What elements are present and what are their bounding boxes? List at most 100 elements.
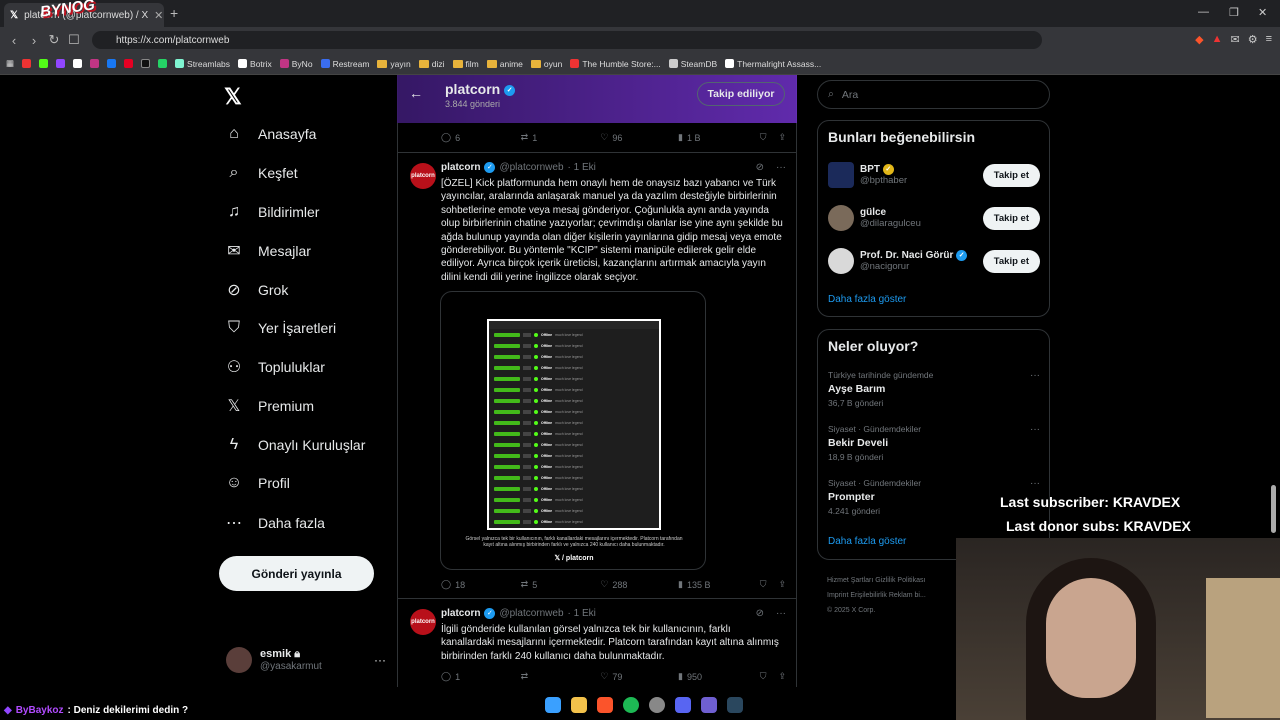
x-bookmark-icon[interactable] bbox=[73, 59, 83, 68]
whatsapp-icon[interactable] bbox=[158, 59, 168, 68]
discord-icon[interactable] bbox=[675, 697, 691, 713]
tweet-avatar[interactable]: platcorn bbox=[410, 609, 436, 635]
suggested-account[interactable]: gülce @dilaragulceu Takip et bbox=[828, 202, 1040, 234]
bookmark-tweet-icon[interactable]: ⛉ bbox=[760, 579, 767, 590]
tweet-more-icon[interactable]: ··· bbox=[776, 162, 786, 173]
close-tab-icon[interactable]: ✕ bbox=[154, 9, 163, 22]
back-icon[interactable]: ‹ bbox=[4, 33, 24, 48]
new-tab-icon[interactable]: + bbox=[170, 5, 178, 21]
tiktok-icon[interactable] bbox=[141, 59, 151, 68]
obs-icon[interactable] bbox=[649, 697, 665, 713]
bookmark-botrix[interactable]: Botrix bbox=[238, 59, 272, 69]
tweet-more-icon[interactable]: ··· bbox=[776, 608, 786, 619]
brave-shield-icon[interactable]: ◆ bbox=[1195, 33, 1203, 46]
grok-tweet-icon[interactable]: ⊘ bbox=[756, 608, 764, 619]
youtube-icon[interactable] bbox=[22, 59, 32, 68]
bookmark-tweet-icon[interactable]: ⛉ bbox=[760, 132, 767, 143]
app-icon[interactable] bbox=[701, 697, 717, 713]
footer-line[interactable]: Imprint Erişilebilirlik Reklam bi... bbox=[827, 588, 967, 603]
account-more-icon[interactable]: ··· bbox=[374, 653, 386, 667]
bookmark-folder-anime[interactable]: anime bbox=[486, 59, 523, 69]
bookmark-page-icon[interactable]: ☐ bbox=[64, 32, 84, 48]
nav-profile[interactable]: ☺ Profil bbox=[224, 471, 290, 495]
like-button[interactable]: ♡ 79 bbox=[600, 671, 678, 682]
nav-more[interactable]: ⋯ Daha fazla bbox=[224, 511, 325, 535]
bookmark-steamdb[interactable]: SteamDB bbox=[668, 59, 717, 69]
reply-button[interactable]: ◯ 1 bbox=[441, 671, 521, 682]
follow-button[interactable]: Takip et bbox=[982, 163, 1040, 187]
share-icon[interactable]: ⇪ bbox=[778, 132, 786, 143]
tweet-author[interactable]: platcorn bbox=[441, 608, 480, 619]
tweet-media[interactable]: Offline much love legend Offline much love … bbox=[440, 291, 706, 570]
x-logo-icon[interactable]: 𝕏 bbox=[224, 84, 242, 110]
tweet-avatar[interactable]: platcorn bbox=[410, 163, 436, 189]
brave-icon[interactable] bbox=[597, 697, 613, 713]
url-field[interactable]: https://x.com/platcornweb bbox=[92, 31, 1042, 49]
close-window-icon[interactable]: ✕ bbox=[1258, 6, 1267, 19]
start-icon[interactable] bbox=[545, 697, 561, 713]
search-input[interactable]: Ara bbox=[842, 89, 858, 101]
pinterest-icon[interactable] bbox=[124, 59, 134, 68]
tweet-time[interactable]: · 1 Eki bbox=[568, 608, 596, 619]
footer-line[interactable]: Hizmet Şartları Gizlilik Politikası bbox=[827, 573, 967, 588]
bookmark-thermalright[interactable]: Thermalright Assass... bbox=[725, 59, 821, 69]
twitch-icon[interactable] bbox=[56, 59, 66, 68]
back-arrow-icon[interactable]: ← bbox=[409, 85, 423, 101]
follow-button[interactable]: Takip et bbox=[982, 249, 1040, 273]
like-button[interactable]: ♡ 288 bbox=[600, 579, 678, 590]
views-button[interactable]: ▮ 950 bbox=[678, 671, 760, 682]
page-scrollbar[interactable] bbox=[1271, 485, 1276, 533]
account-switcher[interactable]: esmik 🔒︎ @yasakarmut ··· bbox=[226, 643, 386, 677]
suggested-account[interactable]: BPT ✓ @bpthaber Takip et bbox=[828, 159, 1040, 191]
follow-button[interactable]: Takip et bbox=[982, 206, 1040, 230]
grok-tweet-icon[interactable]: ⊘ bbox=[756, 162, 764, 173]
instagram-icon[interactable] bbox=[90, 59, 100, 68]
extension-icon[interactable]: ✉ bbox=[1230, 33, 1239, 46]
minimize-icon[interactable]: — bbox=[1198, 6, 1209, 18]
rewards-icon[interactable]: ▲ bbox=[1212, 33, 1223, 46]
menu-icon[interactable]: ≡ bbox=[1266, 33, 1272, 46]
tweet-handle[interactable]: @platcornweb bbox=[499, 608, 563, 619]
tweet-author[interactable]: platcorn bbox=[441, 162, 480, 173]
bookmark-folder-oyun[interactable]: oyun bbox=[530, 59, 562, 69]
trend-more-icon[interactable]: ··· bbox=[1030, 478, 1040, 489]
nav-bookmarks[interactable]: ⛉ Yer İşaretleri bbox=[224, 316, 336, 340]
bookmark-tweet-icon[interactable]: ⛉ bbox=[760, 671, 767, 682]
spotify-icon[interactable] bbox=[623, 697, 639, 713]
nav-verified-orgs[interactable]: ϟ Onaylı Kuruluşlar bbox=[224, 433, 366, 457]
reload-icon[interactable]: ↻ bbox=[44, 32, 64, 48]
trend-more-icon[interactable]: ··· bbox=[1030, 370, 1040, 381]
views-button[interactable]: ▮ 135 B bbox=[678, 579, 760, 590]
bookmark-folder-dizi[interactable]: dizi bbox=[418, 59, 445, 69]
suggested-account[interactable]: Prof. Dr. Naci Görür ✓ @nacigorur Takip e… bbox=[828, 245, 1040, 277]
nav-explore[interactable]: ⌕ Keşfet bbox=[224, 161, 298, 185]
trend-item[interactable]: Türkiye tarihinde gündemde Ayşe Barım 36… bbox=[828, 370, 1040, 408]
show-more-link[interactable]: Daha fazla göster bbox=[828, 536, 906, 547]
maximize-icon[interactable]: ❐ bbox=[1229, 6, 1239, 19]
facebook-icon[interactable] bbox=[107, 59, 117, 68]
bookmark-folder-film[interactable]: film bbox=[452, 59, 479, 69]
post-button[interactable]: Gönderi yayınla bbox=[219, 556, 374, 591]
forward-icon[interactable]: › bbox=[24, 33, 44, 48]
bookmark-streamlabs[interactable]: Streamlabs bbox=[175, 59, 230, 69]
like-button[interactable]: ♡ 96 bbox=[600, 132, 678, 143]
nav-premium[interactable]: 𝕏 Premium bbox=[224, 394, 314, 418]
reply-button[interactable]: ◯ 6 bbox=[441, 132, 521, 143]
apps-icon[interactable]: ▦ bbox=[6, 58, 14, 69]
extensions-icon[interactable]: ⚙ bbox=[1248, 33, 1258, 46]
repost-button[interactable]: ⇄ 5 bbox=[521, 579, 601, 590]
nav-messages[interactable]: ✉ Mesajlar bbox=[224, 239, 311, 263]
nav-notifications[interactable]: ♫ Bildirimler bbox=[224, 200, 319, 224]
bookmark-folder-yayin[interactable]: yayın bbox=[377, 59, 411, 69]
tweet-handle[interactable]: @platcornweb bbox=[499, 162, 563, 173]
search-box[interactable]: ⌕ Ara bbox=[817, 80, 1050, 109]
reply-button[interactable]: ◯ 18 bbox=[441, 579, 521, 590]
bookmark-humble[interactable]: The Humble Store:... bbox=[570, 59, 661, 69]
show-more-link[interactable]: Daha fazla göster bbox=[828, 294, 906, 305]
nav-communities[interactable]: ⚇ Topluluklar bbox=[224, 355, 325, 379]
views-button[interactable]: ▮ 1 B bbox=[678, 132, 760, 143]
bookmark-byno[interactable]: ByNo bbox=[279, 59, 313, 69]
bookmark-restream[interactable]: Restream bbox=[320, 59, 369, 69]
file-explorer-icon[interactable] bbox=[571, 697, 587, 713]
following-button[interactable]: Takip ediliyor bbox=[697, 82, 785, 106]
